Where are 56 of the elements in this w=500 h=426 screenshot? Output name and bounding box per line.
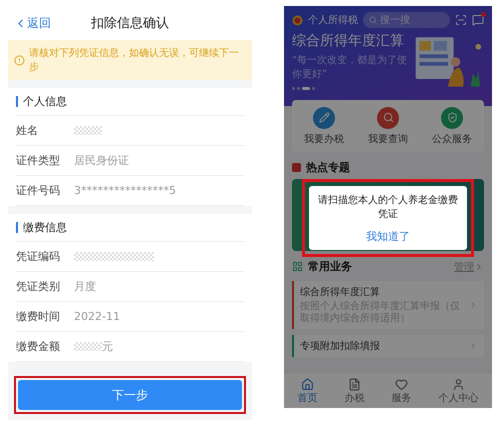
section-title: 常用业务 xyxy=(308,259,353,274)
action-icon[interactable] xyxy=(441,106,463,128)
carousel-dot[interactable] xyxy=(292,87,295,90)
tab[interactable]: 首页 xyxy=(298,378,318,404)
service-title: 专项附加扣除填报 xyxy=(300,340,381,353)
tab-icon xyxy=(301,378,314,390)
hot-icon xyxy=(292,163,301,172)
field-value: 月度 xyxy=(74,279,96,294)
redacted-value xyxy=(74,342,102,351)
field-value: 3****************5 xyxy=(74,184,176,197)
field-label: 姓名 xyxy=(16,123,39,138)
notice-text: 请核对下列凭证信息，如确认无误，可继续下一步 xyxy=(28,46,240,74)
dialog-message: 请扫描您本人的个人养老金缴费凭证 xyxy=(317,194,459,222)
service-item[interactable]: 专项附加扣除填报 xyxy=(292,335,484,357)
carousel-dot[interactable] xyxy=(297,87,300,90)
field-value: 2022-11 xyxy=(74,310,120,323)
section-title: 缴费信息 xyxy=(23,220,67,235)
field-label: 缴费金额 xyxy=(16,339,61,354)
field-label: 凭证类别 xyxy=(16,279,61,294)
banner-title: 综合所得年度汇算 xyxy=(292,32,405,50)
grid-icon xyxy=(292,261,303,272)
info-icon xyxy=(14,54,25,66)
app-title: 个人所得税 xyxy=(308,14,358,27)
action-icon[interactable] xyxy=(313,106,335,128)
action-label[interactable]: 我要办税 xyxy=(304,132,344,146)
action-icon[interactable] xyxy=(377,106,399,128)
field-label: 缴费时间 xyxy=(16,309,61,324)
service-title: 综合所得年度汇算 xyxy=(300,286,381,299)
tab[interactable]: 办税 xyxy=(344,378,364,404)
action-label[interactable]: 公众服务 xyxy=(432,132,472,146)
action-label[interactable]: 我要查询 xyxy=(368,132,408,146)
field-value: 元 xyxy=(102,339,113,354)
tab[interactable]: 服务 xyxy=(392,378,412,404)
back-link[interactable]: 返回 xyxy=(14,14,91,32)
section-title: 个人信息 xyxy=(23,94,67,109)
search-icon xyxy=(369,16,377,24)
section-title: 热点专题 xyxy=(306,160,350,175)
scan-icon[interactable] xyxy=(455,14,467,26)
message-icon[interactable] xyxy=(472,14,484,26)
emblem-icon xyxy=(292,14,303,26)
tab-icon xyxy=(452,378,465,390)
next-button[interactable]: 下一步 xyxy=(18,380,242,410)
page-title: 扣除信息确认 xyxy=(91,15,169,32)
field-value: 居民身份证 xyxy=(74,153,129,168)
field-label: 证件号码 xyxy=(16,183,61,198)
tab[interactable]: 个人中心 xyxy=(438,378,478,404)
redacted-value xyxy=(74,126,102,135)
section-marker xyxy=(16,222,18,233)
field-label: 凭证编码 xyxy=(16,249,61,264)
banner-subtitle: “每一次改变，都是为了使你更好” xyxy=(292,54,408,81)
carousel-dot[interactable] xyxy=(312,87,315,90)
tab-icon xyxy=(348,378,361,390)
tab-icon xyxy=(395,378,408,390)
confirm-button[interactable]: 我知道了 xyxy=(360,228,416,245)
section-marker xyxy=(16,96,18,107)
field-label: 证件类型 xyxy=(16,153,61,168)
